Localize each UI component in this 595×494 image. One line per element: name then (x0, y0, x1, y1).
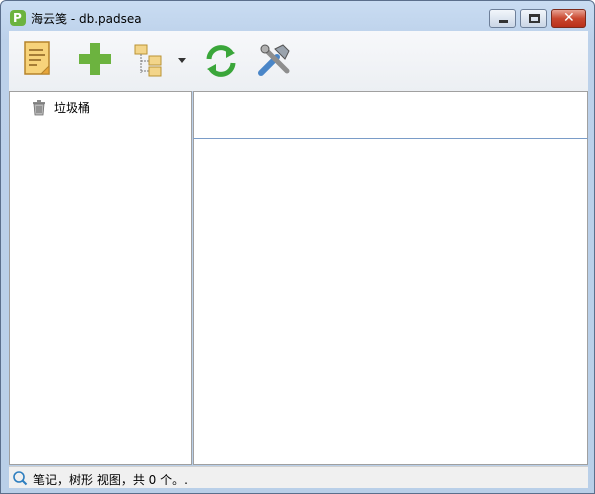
title-bar[interactable]: P 海云笺 - db.padsea ✕ (1, 1, 594, 30)
chevron-down-icon[interactable] (177, 55, 187, 65)
close-icon: ✕ (563, 10, 575, 26)
note-content-panel[interactable] (193, 139, 588, 465)
sync-button[interactable] (199, 39, 243, 83)
close-button[interactable]: ✕ (551, 9, 586, 28)
toolbar (9, 31, 588, 91)
folder-tree-panel[interactable]: 垃圾桶 (9, 91, 192, 465)
tools-button[interactable] (253, 39, 297, 83)
tools-icon (258, 44, 290, 76)
minimize-icon (499, 20, 508, 23)
trash-icon (33, 100, 45, 116)
status-bar: 笔记，树形 视图，共 0 个。. (9, 466, 588, 488)
app-window: P 海云笺 - db.padsea ✕ 垃圾桶 笔记，树形 视图，共 0 个。. (0, 0, 595, 494)
folder-tree-icon (134, 44, 162, 77)
new-note-button[interactable] (17, 39, 61, 83)
plus-icon (79, 43, 111, 75)
search-icon[interactable] (12, 470, 28, 486)
app-logo-icon: P (10, 10, 26, 26)
tree-item-label: 垃圾桶 (54, 101, 91, 115)
status-text: 笔记，树形 视图，共 0 个。. (33, 473, 188, 487)
tree-view-button[interactable] (129, 39, 173, 83)
sync-icon (206, 45, 236, 77)
minimize-button[interactable] (489, 9, 516, 28)
maximize-button[interactable] (520, 9, 547, 28)
add-button[interactable] (73, 39, 117, 83)
note-list-header[interactable] (193, 91, 588, 139)
maximize-icon (529, 14, 540, 23)
note-icon (24, 41, 50, 75)
window-title: 海云笺 - db.padsea (31, 12, 142, 26)
